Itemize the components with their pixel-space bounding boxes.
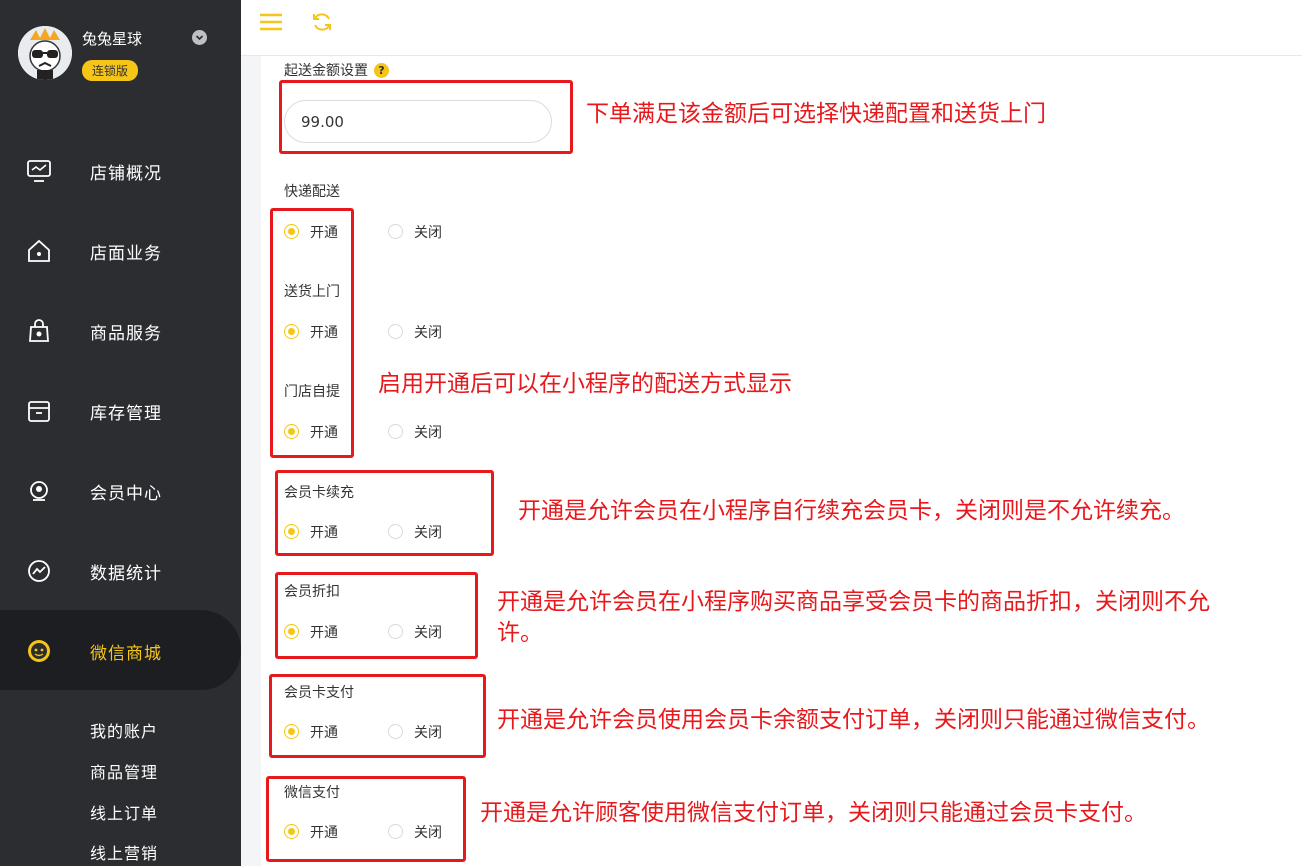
monitor-icon: [26, 158, 52, 184]
nav-label: 库存管理: [90, 404, 162, 424]
home-icon: [26, 238, 52, 264]
annotation-note-delivery: 启用开通后可以在小程序的配送方式显示: [378, 371, 792, 397]
submenu-online-marketing[interactable]: 线上营销: [90, 840, 158, 864]
help-icon[interactable]: ?: [374, 63, 389, 78]
submenu-my-account[interactable]: 我的账户: [90, 718, 158, 742]
shop-name: 兔兔星球: [82, 30, 143, 48]
radio-dot: [388, 424, 403, 439]
nav-item-goods-service[interactable]: 商品服务: [0, 290, 241, 370]
top-bar: [241, 0, 1302, 56]
nav-item-inventory[interactable]: 库存管理: [0, 370, 241, 450]
annotation-box-wechat-payment: [266, 776, 466, 862]
refresh-icon[interactable]: [311, 11, 333, 33]
bag-icon: [26, 318, 52, 344]
nav-label: 商品服务: [90, 324, 162, 344]
chevron-down-icon[interactable]: [192, 30, 207, 45]
nav-label: 店面业务: [90, 244, 162, 264]
submenu: 我的账户 商品管理 线上订单 线上营销: [0, 690, 241, 866]
nav-item-overview[interactable]: 店铺概况: [0, 130, 241, 210]
shop-profile[interactable]: 兔兔星球 连锁版: [18, 26, 228, 86]
radio-dot: [388, 224, 403, 239]
amount-setting-text: 起送金额设置: [284, 63, 368, 79]
member-icon: [26, 478, 52, 504]
annotation-note-amount: 下单满足该金额后可选择快递配置和送货上门: [586, 101, 1046, 127]
annotation-note-wechat-payment: 开通是允许顾客使用微信支付订单，关闭则只能通过会员卡支付。: [480, 800, 1147, 826]
radio-label: 关闭: [414, 425, 442, 441]
radio-label: 关闭: [414, 325, 442, 341]
annotation-note-card-payment: 开通是允许会员使用会员卡余额支付订单，关闭则只能通过微信支付。: [497, 707, 1210, 733]
nav-label: 店铺概况: [90, 164, 162, 184]
annotation-box-discount: [275, 572, 478, 659]
wechat-icon: [26, 638, 52, 664]
sidebar: 兔兔星球 连锁版 店铺概况 店面业务 商品服务 库存管理 会员中心 数据统计 微…: [0, 0, 241, 866]
nav-label: 数据统计: [90, 564, 162, 584]
amount-setting-label: 起送金额设置?: [284, 60, 389, 80]
annotation-box-card-payment: [269, 674, 486, 758]
annotation-note-discount-line1: 开通是允许会员在小程序购买商品享受会员卡的商品折扣，关闭则不允: [497, 589, 1210, 615]
archive-icon: [26, 398, 52, 424]
edition-badge: 连锁版: [82, 60, 139, 81]
annotation-note-discount-line2: 许。: [497, 620, 543, 646]
avatar: [18, 26, 72, 80]
nav-item-store-business[interactable]: 店面业务: [0, 210, 241, 290]
annotation-box-amount: [279, 80, 573, 154]
annotation-box-recharge: [275, 470, 494, 556]
radio-label: 关闭: [414, 225, 442, 241]
annotation-box-delivery: [270, 208, 354, 458]
submenu-goods-management[interactable]: 商品管理: [90, 759, 158, 783]
menu-toggle-icon[interactable]: [259, 12, 283, 32]
nav-label: 微信商城: [90, 644, 162, 664]
express-delivery-label: 快递配送: [284, 184, 340, 200]
chart-icon: [26, 558, 52, 584]
annotation-note-recharge: 开通是允许会员在小程序自行续充会员卡，关闭则是不允许续充。: [518, 498, 1185, 524]
nav-item-statistics[interactable]: 数据统计: [0, 530, 241, 610]
nav-item-wechat-mall[interactable]: 微信商城: [0, 610, 241, 690]
radio-dot: [388, 324, 403, 339]
nav-item-member-center[interactable]: 会员中心: [0, 450, 241, 530]
nav-label: 会员中心: [90, 484, 162, 504]
submenu-online-orders[interactable]: 线上订单: [90, 800, 158, 824]
content-gutter: [241, 56, 261, 866]
